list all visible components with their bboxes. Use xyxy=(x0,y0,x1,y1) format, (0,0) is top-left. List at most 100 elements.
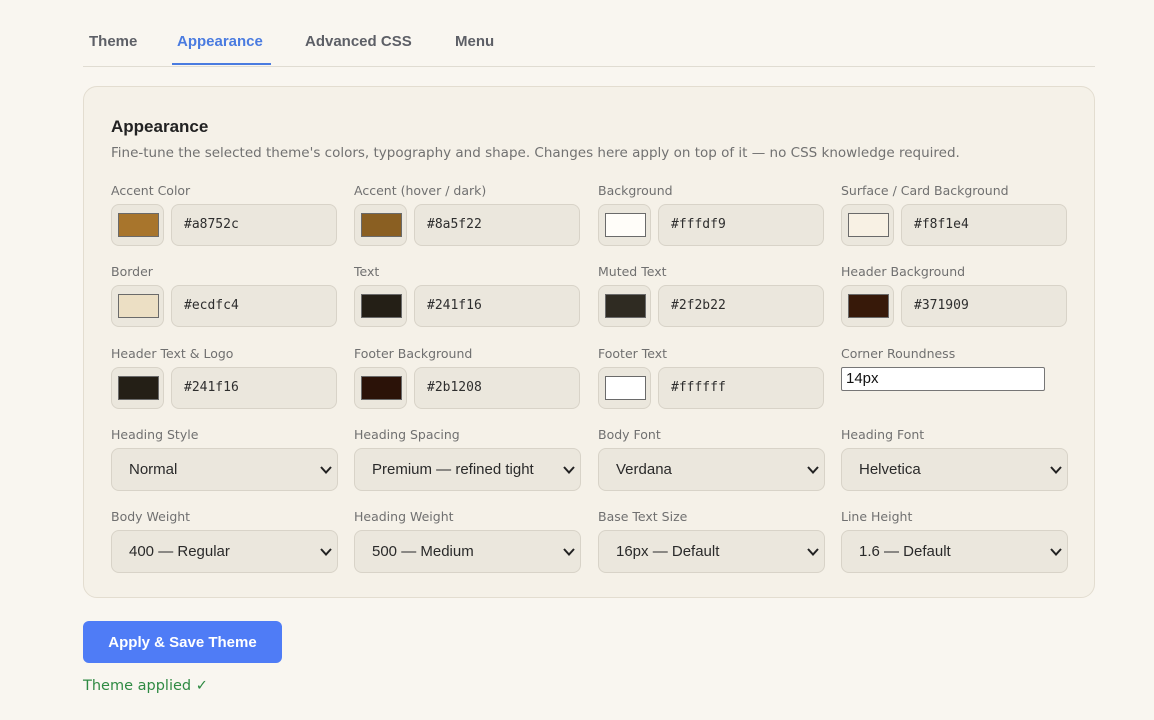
hex-input[interactable]: #2b1208 xyxy=(414,367,580,409)
panel-title: Appearance xyxy=(111,117,209,136)
heading-style-select[interactable]: Normal xyxy=(111,448,338,491)
hex-input[interactable]: #a8752c xyxy=(171,204,337,246)
select-value: Verdana xyxy=(616,461,672,478)
field-border: Border #ecdfc4 xyxy=(111,264,338,327)
hex-input[interactable]: #f8f1e4 xyxy=(901,204,1067,246)
body-weight-select[interactable]: 400 — Regular xyxy=(111,530,338,573)
select-value: Helvetica xyxy=(859,461,921,478)
field-line-height: Line Height 1.6 — Default xyxy=(841,509,1068,573)
hex-input[interactable]: #241f16 xyxy=(414,285,580,327)
hex-input[interactable]: #fffdf9 xyxy=(658,204,824,246)
field-label: Body Weight xyxy=(111,509,191,524)
field-footer-text: Footer Text #ffffff xyxy=(598,346,825,409)
appearance-panel: Appearance Fine-tune the selected theme'… xyxy=(83,86,1095,598)
field-header-background: Header Background #371909 xyxy=(841,264,1068,327)
color-picker[interactable] xyxy=(111,367,164,409)
color-swatch xyxy=(118,294,159,318)
color-picker[interactable] xyxy=(354,367,407,409)
field-label: Text xyxy=(354,264,380,279)
field-body-font: Body Font Verdana xyxy=(598,427,825,491)
chevron-down-icon xyxy=(563,548,575,556)
field-label: Surface / Card Background xyxy=(841,183,1009,198)
heading-spacing-select[interactable]: Premium — refined tight xyxy=(354,448,581,491)
color-picker[interactable] xyxy=(598,367,651,409)
color-picker[interactable] xyxy=(111,204,164,246)
field-label: Header Background xyxy=(841,264,966,279)
field-surface-background: Surface / Card Background #f8f1e4 xyxy=(841,183,1068,246)
field-body-weight: Body Weight 400 — Regular xyxy=(111,509,338,573)
color-swatch xyxy=(605,376,646,400)
apply-save-theme-button[interactable]: Apply & Save Theme xyxy=(83,621,282,663)
color-swatch xyxy=(118,376,159,400)
select-value: 16px — Default xyxy=(616,543,720,560)
chevron-down-icon xyxy=(1050,466,1062,474)
tab-advanced-css[interactable]: Advanced CSS xyxy=(305,33,412,50)
hex-input[interactable]: #371909 xyxy=(901,285,1067,327)
color-swatch xyxy=(848,294,889,318)
field-label: Heading Spacing xyxy=(354,427,460,442)
heading-font-select[interactable]: Helvetica xyxy=(841,448,1068,491)
field-label: Header Text & Logo xyxy=(111,346,234,361)
field-accent-hover: Accent (hover / dark) #8a5f22 xyxy=(354,183,581,246)
select-value: 400 — Regular xyxy=(129,543,230,560)
field-background: Background #fffdf9 xyxy=(598,183,825,246)
line-height-select[interactable]: 1.6 — Default xyxy=(841,530,1068,573)
field-text: Text #241f16 xyxy=(354,264,581,327)
hex-input[interactable]: #8a5f22 xyxy=(414,204,580,246)
hex-input[interactable]: #2f2b22 xyxy=(658,285,824,327)
field-label: Body Font xyxy=(598,427,661,442)
field-base-text-size: Base Text Size 16px — Default xyxy=(598,509,825,573)
color-picker[interactable] xyxy=(354,204,407,246)
field-label: Line Height xyxy=(841,509,913,524)
body-font-select[interactable]: Verdana xyxy=(598,448,825,491)
hex-input[interactable]: #ecdfc4 xyxy=(171,285,337,327)
color-swatch xyxy=(605,294,646,318)
field-label: Footer Text xyxy=(598,346,668,361)
field-label: Accent Color xyxy=(111,183,191,198)
field-label: Base Text Size xyxy=(598,509,688,524)
field-heading-font: Heading Font Helvetica xyxy=(841,427,1068,491)
corner-roundness-input[interactable]: 14px xyxy=(841,367,1045,391)
field-heading-weight: Heading Weight 500 — Medium xyxy=(354,509,581,573)
field-heading-spacing: Heading Spacing Premium — refined tight xyxy=(354,427,581,491)
tab-bar: Theme Appearance Advanced CSS Menu xyxy=(83,0,1095,67)
color-picker[interactable] xyxy=(841,204,894,246)
chevron-down-icon xyxy=(1050,548,1062,556)
base-text-size-select[interactable]: 16px — Default xyxy=(598,530,825,573)
heading-weight-select[interactable]: 500 — Medium xyxy=(354,530,581,573)
color-swatch xyxy=(361,294,402,318)
hex-input[interactable]: #241f16 xyxy=(171,367,337,409)
field-muted-text: Muted Text #2f2b22 xyxy=(598,264,825,327)
field-label: Heading Font xyxy=(841,427,925,442)
chevron-down-icon xyxy=(807,548,819,556)
field-label: Muted Text xyxy=(598,264,667,279)
chevron-down-icon xyxy=(563,466,575,474)
chevron-down-icon xyxy=(807,466,819,474)
color-picker[interactable] xyxy=(841,285,894,327)
hex-input[interactable]: #ffffff xyxy=(658,367,824,409)
field-accent-color: Accent Color #a8752c xyxy=(111,183,338,246)
chevron-down-icon xyxy=(320,466,332,474)
field-label: Footer Background xyxy=(354,346,473,361)
field-corner-roundness: Corner Roundness 14px xyxy=(841,346,1068,391)
field-label: Heading Style xyxy=(111,427,199,442)
select-value: Normal xyxy=(129,461,178,478)
color-swatch xyxy=(605,213,646,237)
select-value: Premium — refined tight xyxy=(372,461,534,478)
color-picker[interactable] xyxy=(111,285,164,327)
tab-menu[interactable]: Menu xyxy=(455,33,494,50)
field-label: Background xyxy=(598,183,673,198)
color-picker[interactable] xyxy=(598,204,651,246)
active-tab-indicator xyxy=(172,63,271,65)
tab-theme[interactable]: Theme xyxy=(89,33,137,50)
field-header-text-logo: Header Text & Logo #241f16 xyxy=(111,346,338,409)
color-swatch xyxy=(118,213,159,237)
color-picker[interactable] xyxy=(598,285,651,327)
field-label: Corner Roundness xyxy=(841,346,956,361)
chevron-down-icon xyxy=(320,548,332,556)
field-label: Accent (hover / dark) xyxy=(354,183,487,198)
tab-appearance[interactable]: Appearance xyxy=(177,33,263,50)
field-footer-background: Footer Background #2b1208 xyxy=(354,346,581,409)
color-picker[interactable] xyxy=(354,285,407,327)
select-value: 1.6 — Default xyxy=(859,543,951,560)
